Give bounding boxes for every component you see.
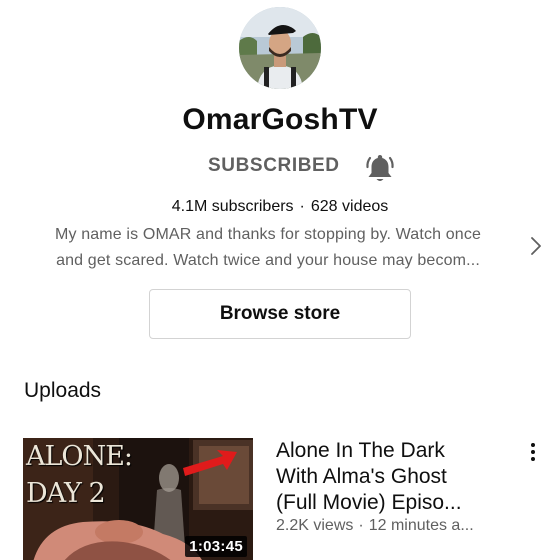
subscriber-count: 4.1M subscribers — [171, 198, 294, 215]
subscribed-button[interactable]: SUBSCRIBED — [208, 155, 340, 177]
channel-stats: 4.1M subscribers · 628 videos — [0, 198, 560, 216]
channel-avatar[interactable] — [239, 7, 321, 89]
separator-dot: · — [358, 517, 364, 534]
video-metadata: 2.2K views · 12 minutes a... — [276, 517, 474, 535]
video-thumbnail[interactable]: ALONE: DAY 2 1:03:45 — [23, 438, 253, 560]
avatar-photo — [239, 7, 321, 89]
description-line: My name is OMAR and thanks for stopping … — [54, 226, 482, 243]
channel-name: OmarGoshTV — [182, 103, 378, 136]
channel-description[interactable]: My name is OMAR and thanks for stopping … — [18, 222, 518, 274]
bell-icon — [366, 155, 394, 181]
video-title[interactable]: Alone In The Dark With Alma's Ghost (Ful… — [276, 438, 506, 516]
video-title-line: (Full Movie) Episo... — [276, 491, 462, 514]
uploads-section-title: Uploads — [24, 379, 102, 402]
description-line: and get scared. Watch twice and your hou… — [56, 252, 480, 269]
thumbnail-text: ALONE: — [26, 441, 133, 472]
video-count: 628 videos — [310, 198, 389, 215]
subscribe-row: SUBSCRIBED — [0, 152, 560, 186]
chevron-right-icon[interactable] — [527, 236, 545, 256]
video-list-item[interactable]: ALONE: DAY 2 1:03:45 Alone In The Dark W… — [0, 436, 560, 560]
browse-store-button[interactable]: Browse store — [149, 289, 411, 339]
more-options-button[interactable] — [523, 440, 543, 464]
channel-page: OmarGoshTV SUBSCRIBED 4.1M subscribers · 6… — [0, 0, 560, 560]
video-title-line: With Alma's Ghost — [276, 465, 447, 488]
notification-bell-button[interactable] — [362, 152, 398, 186]
video-duration: 1:03:45 — [185, 536, 247, 557]
video-title-line: Alone In The Dark — [276, 439, 445, 462]
view-count: 2.2K views — [276, 517, 354, 534]
upload-age: 12 minutes a... — [368, 517, 474, 534]
separator-dot: · — [299, 198, 305, 215]
more-vert-icon — [531, 443, 535, 461]
thumbnail-text: DAY 2 — [26, 478, 106, 509]
